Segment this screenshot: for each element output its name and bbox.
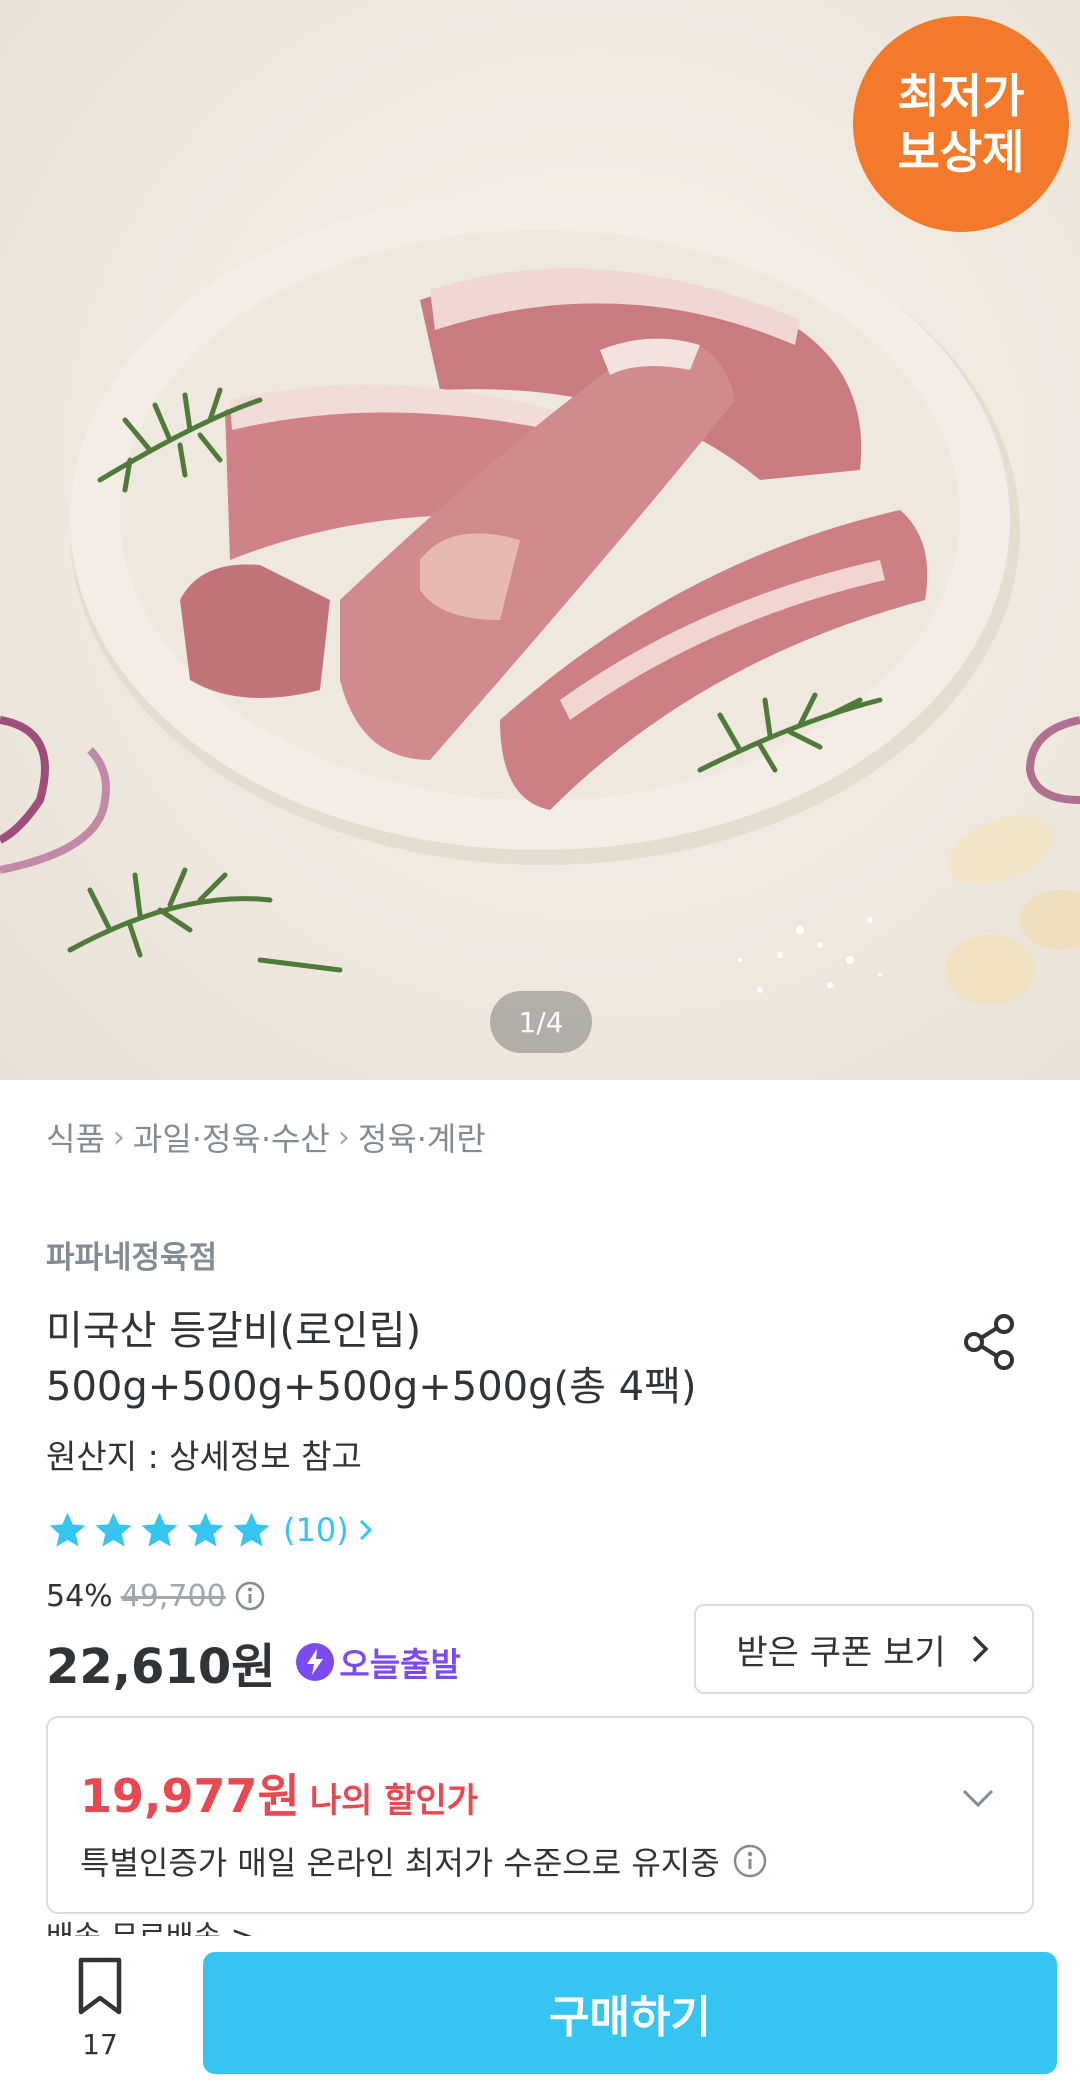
my-discount-label: 나의 할인가 [309,1781,479,1821]
chevron-down-icon[interactable] [958,1778,998,1818]
star-icon [141,1512,178,1547]
product-image[interactable]: 최저가 보상제 1/4 [0,0,1080,1080]
lightning-icon [296,1643,335,1681]
my-discount-price: 19,977원 나의 할인가 [80,1760,478,1826]
image-pager: 1/4 [490,991,592,1053]
bottom-action-bar: 17 구매하기 [0,1936,1080,2086]
shipping-row-peek: 배송 무료배송 > [46,1918,256,1936]
share-icon[interactable] [960,1312,1020,1372]
bookmark-count: 17 [82,2028,118,2061]
info-icon[interactable] [732,1843,768,1879]
breadcrumb-item-fruit-meat-seafood[interactable]: 과일·정육·수산 [133,1114,330,1160]
rating-row[interactable]: (10) [46,1502,377,1558]
today-delivery-badge: 오늘출발 [295,1638,461,1686]
origin-info: 원산지 : 상세정보 참고 [46,1437,362,1476]
star-icon [187,1512,224,1547]
product-title-line1: 미국산 등갈비(로인립) [46,1308,422,1354]
badge-line1: 최저가 [897,69,1025,123]
discount-rate: 54% [46,1578,113,1614]
price-line: 22,610원 오늘출발 [46,1630,461,1695]
discount-line: 54% 49,700 [46,1576,266,1616]
original-price: 49,700 [120,1578,226,1614]
chevron-right-icon: › [337,1119,350,1155]
breadcrumb: 식품 › 과일·정육·수산 › 정육·계란 [46,1114,486,1160]
badge-line2: 보상제 [897,125,1025,179]
breadcrumb-item-meat-eggs[interactable]: 정육·계란 [358,1114,486,1160]
sale-price: 22,610원 [46,1639,276,1695]
review-count[interactable]: (10) [283,1511,349,1549]
today-delivery-label: 오늘출발 [339,1645,461,1684]
chevron-right-icon [972,1635,989,1663]
chevron-right-icon: › [112,1119,125,1155]
info-icon[interactable] [234,1580,266,1612]
product-title-line2: 500g+500g+500g+500g(총 4팩) [46,1364,697,1410]
chevron-right-icon [359,1519,372,1541]
lowest-price-badge: 최저가 보상제 [853,16,1069,232]
my-discount-amount: 19,977원 [80,1769,300,1823]
store-name[interactable]: 파파네정육점 [46,1232,217,1277]
star-icon [95,1512,132,1547]
view-coupons-label: 받은 쿠폰 보기 [736,1632,946,1673]
my-discount-description-text: 특별인증가 매일 온라인 최저가 수준으로 유지중 [80,1844,720,1882]
view-coupons-button[interactable]: 받은 쿠폰 보기 [694,1604,1034,1694]
my-discount-description: 특별인증가 매일 온라인 최저가 수준으로 유지중 [80,1838,768,1884]
buy-button[interactable]: 구매하기 [203,1952,1057,2074]
breadcrumb-item-food[interactable]: 식품 [46,1114,105,1160]
product-title: 미국산 등갈비(로인립) 500g+500g+500g+500g(총 4팩) [46,1303,926,1415]
star-icon [49,1512,86,1547]
star-icon [233,1512,270,1547]
rating-stars [46,1509,273,1552]
my-discount-box[interactable]: 19,977원 나의 할인가 특별인증가 매일 온라인 최저가 수준으로 유지중 [46,1716,1034,1914]
bookmark-button[interactable]: 17 [60,1956,140,2066]
bookmark-icon [78,1957,122,2015]
